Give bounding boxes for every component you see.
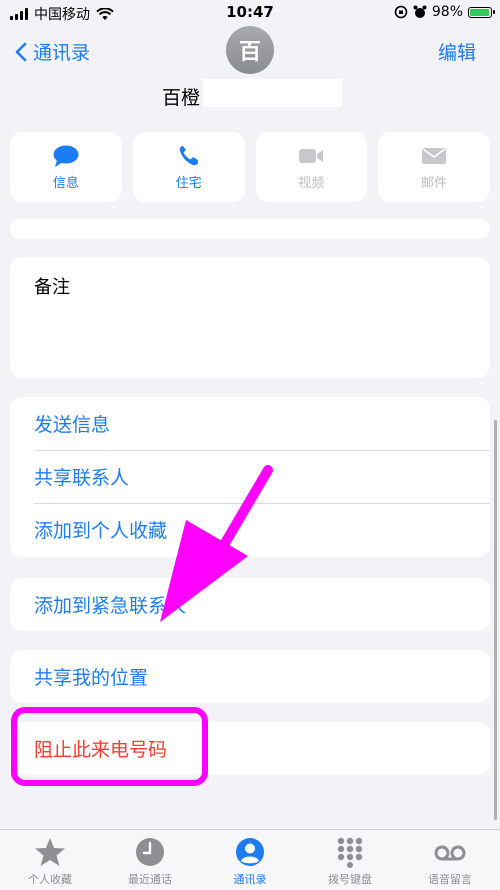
phone-icon <box>179 145 198 165</box>
status-bar: 中国移动 10:47 98% <box>0 0 500 26</box>
tab-recents-label: 最近通话 <box>128 873 172 886</box>
message-action-label: 信息 <box>52 175 79 191</box>
info-card-bottom <box>10 219 490 239</box>
back-button[interactable]: 通讯录 <box>14 38 90 65</box>
tab-voicemail-label: 语音留言 <box>428 873 472 886</box>
quick-actions: 信息 住宅 视频 邮件 <box>10 132 490 202</box>
edit-button[interactable]: 编辑 <box>438 38 476 65</box>
tab-voicemail[interactable]: 语音留言 <box>400 830 500 890</box>
voicemail-icon <box>434 845 466 861</box>
tab-bar: 个人收藏 最近通话 通讯录 拨号键盘 语音留言 <box>0 829 500 890</box>
tab-favorites-label: 个人收藏 <box>28 873 72 886</box>
message-bubble-icon <box>53 145 79 167</box>
person-circle-icon <box>236 838 264 866</box>
tab-contacts[interactable]: 通讯录 <box>200 830 300 890</box>
call-action-label: 住宅 <box>175 175 202 191</box>
scrollbar[interactable] <box>494 420 497 820</box>
keypad-icon <box>337 837 363 868</box>
notes-label: 备注 <box>34 277 70 298</box>
alarm-icon <box>413 5 427 18</box>
actions-group-3: 共享我的位置 <box>10 650 490 703</box>
orientation-lock-icon <box>394 5 408 19</box>
message-action-button[interactable]: 信息 <box>10 132 122 202</box>
send-message-row[interactable]: 发送信息 <box>10 397 490 450</box>
status-right: 98% <box>394 4 495 20</box>
video-action-button[interactable]: 视频 <box>255 132 368 202</box>
clock-icon <box>136 838 164 866</box>
avatar: 百 <box>226 26 274 74</box>
actions-group-2: 添加到紧急联系人 <box>10 578 490 631</box>
video-action-label: 视频 <box>298 175 325 191</box>
avatar-initial: 百 <box>238 40 261 65</box>
battery-icon <box>468 6 495 18</box>
video-camera-icon <box>299 148 324 163</box>
back-label: 通讯录 <box>33 42 91 64</box>
call-action-button[interactable]: 住宅 <box>132 132 245 202</box>
share-contact-row[interactable]: 共享联系人 <box>10 450 490 503</box>
tab-keypad[interactable]: 拨号键盘 <box>300 830 400 890</box>
tab-recents[interactable]: 最近通话 <box>100 830 200 890</box>
add-emergency-contact-row[interactable]: 添加到紧急联系人 <box>10 578 490 631</box>
annotation-highlight-box <box>11 707 208 786</box>
star-icon <box>35 838 65 866</box>
chevron-left-icon <box>15 42 27 61</box>
notes-card[interactable]: 备注 <box>10 257 490 378</box>
redaction-box <box>203 79 342 107</box>
contact-header: 通讯录 百 编辑 百橙 <box>0 26 500 126</box>
contact-name: 百橙 <box>162 87 201 109</box>
tab-keypad-label: 拨号键盘 <box>328 873 372 886</box>
tab-contacts-label: 通讯录 <box>233 873 267 886</box>
share-location-row[interactable]: 共享我的位置 <box>10 650 490 703</box>
mail-action-button[interactable]: 邮件 <box>378 132 490 202</box>
mail-action-label: 邮件 <box>421 175 448 191</box>
add-to-favorites-row[interactable]: 添加到个人收藏 <box>10 503 490 556</box>
tab-favorites[interactable]: 个人收藏 <box>0 830 100 890</box>
battery-percent: 98% <box>431 4 463 20</box>
mail-envelope-icon <box>422 147 447 164</box>
actions-group-1: 发送信息 共享联系人 添加到个人收藏 <box>10 397 490 557</box>
